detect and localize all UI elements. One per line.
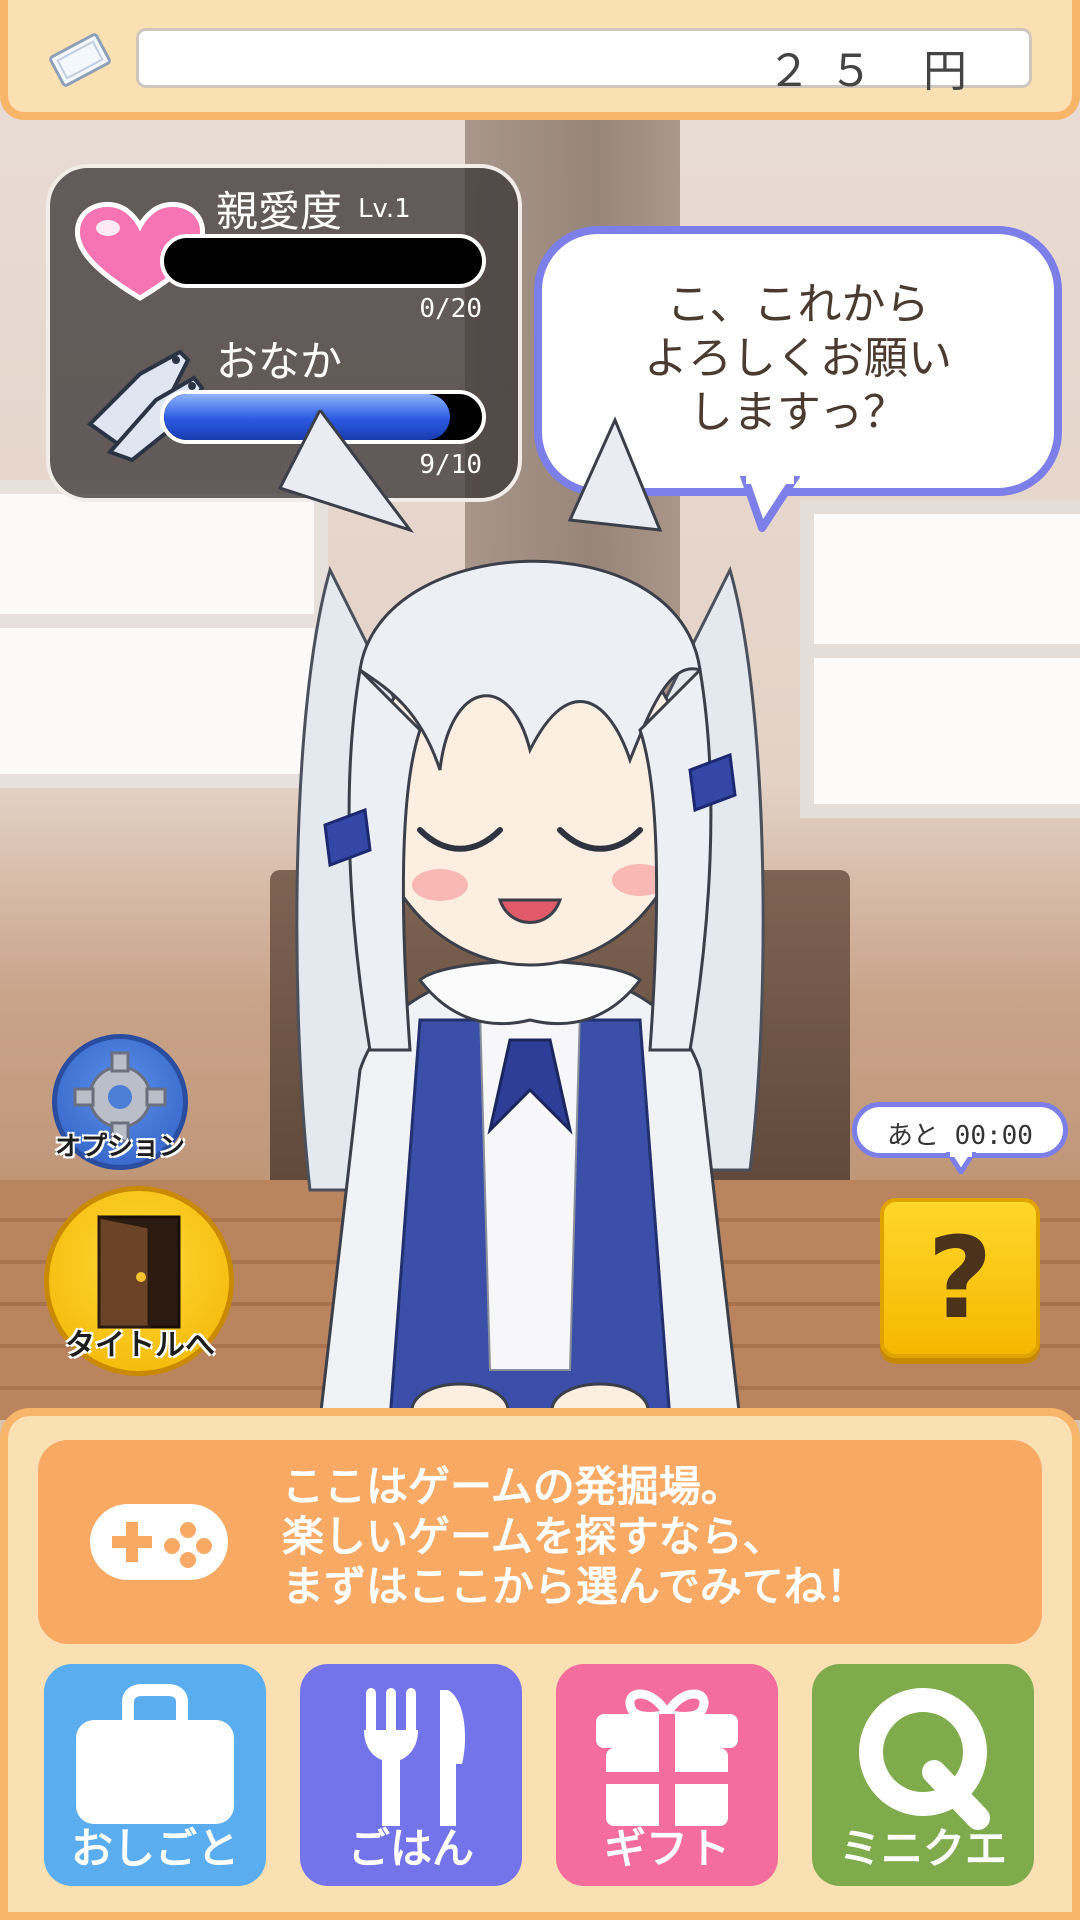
- affection-label: 親愛度: [216, 187, 343, 236]
- option-label[interactable]: オプション: [40, 1126, 200, 1163]
- gift-button[interactable]: ギフト: [556, 1664, 778, 1886]
- gift-icon: [596, 1689, 738, 1826]
- banknote-icon: [49, 33, 111, 87]
- fox-girl-character[interactable]: [270, 410, 790, 1420]
- hunger-label: おなか: [216, 337, 343, 386]
- timer-text: あと 00:00: [887, 1121, 1033, 1151]
- briefcase-icon: [76, 1684, 234, 1824]
- mini-quest-label: ミニクエ: [838, 1824, 1007, 1873]
- money-bar: ２５ 円: [0, 0, 1080, 120]
- info-text: ここはゲームの発掘場。 楽しいゲームを探すなら、 まずはここから選んでみてね！: [282, 1462, 868, 1611]
- meal-label: ごはん: [347, 1824, 474, 1873]
- work-button[interactable]: おしごと: [44, 1664, 266, 1886]
- money-value: ２５ 円: [767, 46, 985, 97]
- affection-level: Lv.1: [358, 194, 411, 224]
- timer-bubble: あと 00:00: [852, 1102, 1068, 1158]
- affection-bar: [160, 234, 486, 288]
- mystery-box-button[interactable]: ?: [880, 1198, 1040, 1358]
- timer-bubble-tail: [946, 1152, 976, 1174]
- money-display: ２５ 円: [136, 28, 1032, 97]
- meal-button[interactable]: ごはん: [300, 1664, 522, 1886]
- fork-knife-icon: [364, 1688, 466, 1826]
- title-label[interactable]: タイトルへ: [30, 1320, 250, 1364]
- q-icon: [859, 1688, 990, 1830]
- gamepad-icon: [90, 1504, 228, 1580]
- gift-label: ギフト: [603, 1824, 730, 1873]
- work-label: おしごと: [70, 1824, 239, 1873]
- affection-count: 0/20: [419, 294, 482, 324]
- window-right: [800, 500, 1080, 818]
- question-mark-icon: ?: [927, 1214, 993, 1344]
- mini-quest-button[interactable]: ミニクエ: [812, 1664, 1034, 1886]
